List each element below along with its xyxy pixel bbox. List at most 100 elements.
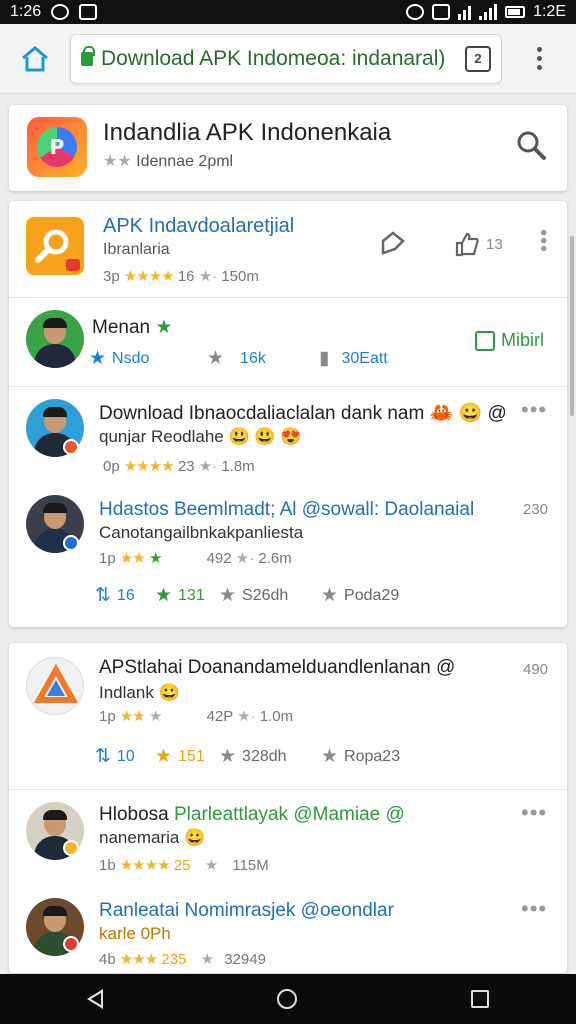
recents-icon[interactable] [471, 990, 489, 1008]
action-count: Poda29 [344, 586, 400, 604]
post-text-line2: Canotangailbnkakpanliesta [99, 523, 304, 542]
post-size: 32949 [224, 951, 266, 968]
action-count: 10 [116, 747, 135, 765]
action-count: 151 [178, 747, 205, 765]
star-button[interactable]: ★ Poda29 [321, 584, 399, 607]
profile-name[interactable]: Menan ★ [92, 316, 172, 339]
browser-menu-button[interactable] [502, 47, 576, 70]
star-button[interactable]: ★ 328dh [219, 745, 287, 768]
scrollbar[interactable] [570, 236, 574, 416]
follow-button[interactable]: Mibirl [475, 330, 544, 351]
star-button[interactable]: ★ 131 [155, 584, 205, 607]
repost-button[interactable]: ⇅ 10 [95, 745, 135, 768]
badge-icon [63, 936, 79, 952]
overflow-menu-icon[interactable]: ••• [521, 800, 547, 826]
home-button[interactable] [0, 24, 70, 94]
app-subtitle: Ibranlaria [103, 241, 170, 258]
profile-stat[interactable]: ▮ 30Eatt [319, 347, 388, 370]
home-circle-icon[interactable] [277, 989, 297, 1009]
star-button[interactable]: ★ 151 [155, 745, 205, 768]
post-text-line2: Indlank 😀 [99, 683, 180, 702]
like-button[interactable]: 13 [454, 231, 503, 257]
site-header-card: P Indandlia APK Indonenkaia ★★ Idennae 2… [9, 105, 567, 191]
post-meta-prefix: 4b [99, 951, 116, 968]
post-meta-prefix: 1p [99, 708, 116, 725]
browser-toolbar: Download APK Indomeoa: indanaral) 2 [0, 24, 576, 94]
notification-icon [51, 4, 70, 20]
star-icon: ★ [148, 708, 163, 725]
repost-icon: ⇅ [95, 746, 111, 767]
post-item[interactable]: Hdastos Beemlmadt; Al @sowall: Daolanaia… [9, 481, 567, 627]
action-count: S26dh [242, 586, 289, 604]
profile-row[interactable]: Menan ★ ★ Nsdo ★ 16k ▮ 30Eatt Mibirl [9, 298, 567, 386]
overflow-menu-icon[interactable]: ••• [521, 896, 547, 922]
address-bar[interactable]: Download APK Indomeoa: indanaral) 2 [70, 33, 502, 84]
repost-button[interactable]: ⇅ 16 [95, 584, 135, 607]
tab-count: 2 [474, 51, 482, 66]
star-icon: ★· [237, 708, 256, 725]
post-text-line2: qunjar Reodlahe 😃 😃 😍 [99, 427, 302, 446]
avatar[interactable] [26, 310, 84, 368]
post-item[interactable]: Hlobosa Plarleattlayak @Mamiae @ nanemar… [9, 790, 567, 882]
repost-icon: ⇅ [95, 585, 111, 606]
app-title[interactable]: APK Indavdoalaretjial [103, 215, 294, 238]
post-rating: 492 [206, 550, 232, 567]
post-text-line1: Hlobosa Plarleattlayak @Mamiae @ [99, 804, 405, 826]
tab-switcher-button[interactable]: 2 [465, 45, 491, 72]
battery-icon [505, 6, 526, 18]
url-text: Download APK Indomeoa: indanaral) [101, 46, 446, 70]
app-size: 150m [221, 268, 259, 285]
star-icon: ★ [321, 746, 339, 767]
star-icon: ★· [198, 268, 218, 285]
post-item[interactable]: APStlahai Doanandamelduandlenlanan @ 490… [9, 643, 567, 788]
star-icon: ★ [89, 348, 107, 369]
system-nav-bar [0, 974, 576, 1024]
star-icon: ★ [204, 857, 219, 874]
post-text-line2: nanemaria 😀 [99, 828, 206, 847]
badge-icon [63, 439, 79, 455]
star-icon: ★ [155, 746, 173, 767]
star-icon: ★· [235, 550, 255, 567]
post-size: 1.0m [259, 708, 294, 725]
post-size: 2.6m [258, 550, 292, 567]
star-button[interactable]: ★ S26dh [219, 584, 288, 607]
home-icon [22, 45, 48, 71]
overflow-menu-icon[interactable]: ••• [532, 229, 554, 253]
alert-icon [432, 4, 451, 20]
post-mention[interactable]: Plarleattlayak @Mamiae @ [174, 804, 405, 825]
post-meta-prefix: 1p [99, 550, 116, 567]
follow-label: Mibirl [501, 330, 544, 350]
post-rating: 25 [173, 857, 191, 874]
avatar[interactable] [26, 657, 84, 715]
site-title: Indandlia APK Indonenkaia [103, 119, 392, 146]
profile-stat[interactable]: ★ Nsdo [89, 347, 149, 370]
profile-name-text: Menan [92, 317, 151, 338]
rating-stars: ★★ [119, 550, 146, 567]
thumbs-up-icon [455, 232, 479, 257]
post-item[interactable]: Download Ibnaocdaliaclalan dank nam 🦀 😀 … [9, 387, 567, 479]
profile-stat[interactable]: ★ 16k [207, 347, 266, 370]
post-meta: 1b ★★★★ 25 ★ 115M [99, 856, 269, 874]
search-icon[interactable] [515, 129, 547, 161]
action-count: 131 [178, 586, 205, 604]
app-meta-prefix: 3p [103, 268, 120, 285]
site-logo[interactable]: P [27, 117, 87, 177]
back-icon[interactable] [87, 989, 103, 1009]
star-icon: ★ [321, 585, 339, 606]
post-text-line1: APStlahai Doanandamelduandlenlanan @ [99, 657, 456, 678]
action-count: Ropa23 [344, 747, 401, 765]
mail-icon [79, 4, 98, 20]
status-time: 1:26 [10, 3, 42, 20]
rating-stars: ★★ [119, 708, 146, 725]
star-button[interactable]: ★ Ropa23 [321, 745, 400, 768]
post-time: 490 [523, 661, 549, 678]
post-item[interactable]: Ranleatai Nomimrasjek @oeondlar karle 0P… [9, 884, 567, 972]
bookmark-icon: ▮ [319, 348, 330, 369]
overflow-menu-icon[interactable]: ••• [521, 397, 547, 423]
action-count: 16 [116, 586, 135, 604]
share-icon[interactable] [379, 229, 407, 257]
signal-icon [479, 4, 498, 20]
star-icon: ★ [155, 585, 173, 606]
app-row[interactable]: APK Indavdoalaretjial Ibranlaria 3p ★★★★… [9, 201, 567, 297]
badge-icon [63, 535, 79, 551]
